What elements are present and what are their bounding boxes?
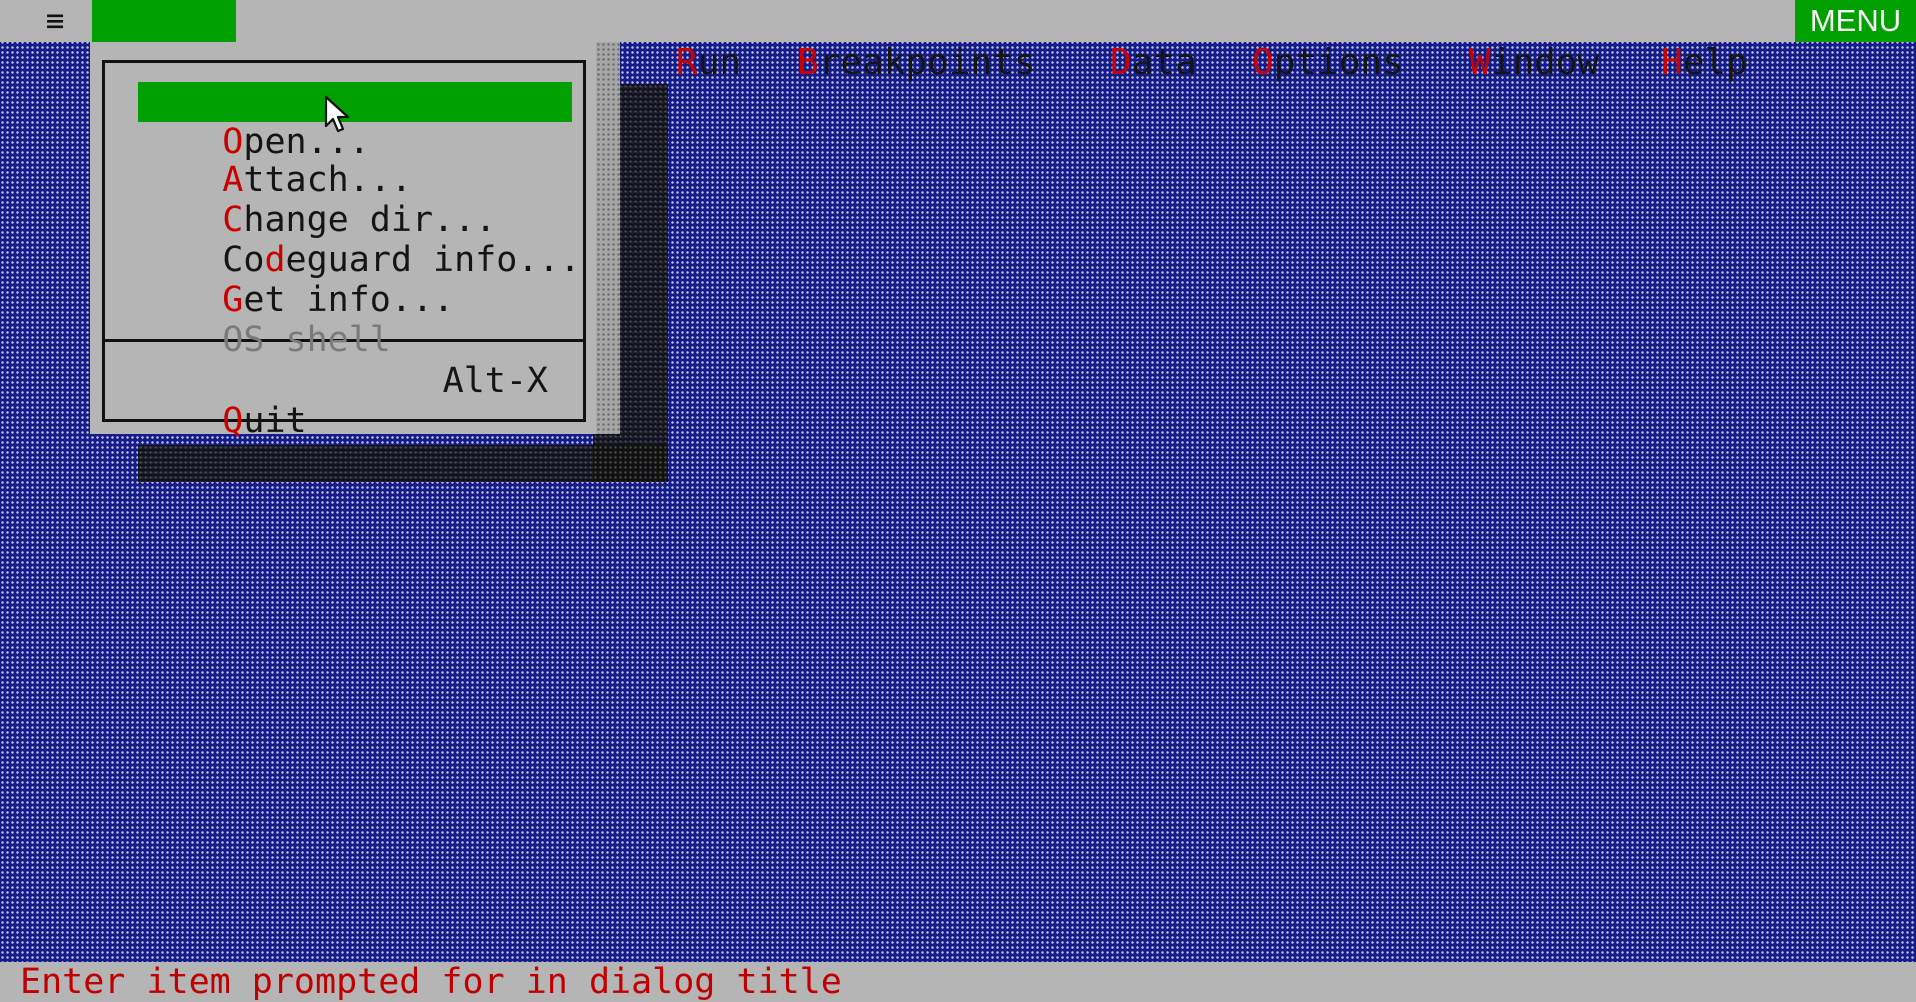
os-shell-label: OS shell bbox=[222, 320, 391, 360]
file-menu-item-get-info[interactable]: Get info... bbox=[138, 240, 572, 320]
system-menu-icon[interactable]: ≡ bbox=[38, 1, 72, 41]
menu-window-hotkey: W bbox=[1469, 42, 1491, 83]
menu-file[interactable]: File bbox=[92, 0, 309, 83]
status-message: Enter item prompted for in dialog title bbox=[20, 962, 842, 1002]
menu-help-hotkey: H bbox=[1661, 42, 1683, 83]
file-menu-item-open[interactable]: Open... bbox=[138, 82, 572, 162]
file-menu-item-os-shell: OS shell bbox=[138, 280, 572, 360]
file-menu-item-attach[interactable]: Attach... bbox=[138, 120, 572, 200]
turbo-debugger-screen: ≡ File Edit View Run Breakpoints Data Op… bbox=[0, 0, 1916, 1002]
status-bar: Enter item prompted for in dialog title bbox=[0, 962, 1916, 1002]
mode-indicator: MENU bbox=[1795, 0, 1916, 42]
quit-shortcut: Alt-X bbox=[442, 361, 548, 401]
quit-hotkey: Q bbox=[222, 401, 244, 441]
file-menu-item-codeguard-info[interactable]: Codeguard info... bbox=[138, 200, 580, 280]
quit-label: uit bbox=[243, 401, 307, 441]
menu-help-label: elp bbox=[1682, 42, 1748, 83]
menu-options-hotkey: O bbox=[1252, 42, 1274, 83]
main-menu-bar: ≡ File Edit View Run Breakpoints Data Op… bbox=[0, 0, 1916, 83]
file-menu-shadow-edge bbox=[596, 42, 620, 434]
mouse-pointer-icon bbox=[324, 95, 350, 133]
menu-help[interactable]: Help bbox=[1531, 0, 1748, 83]
file-menu-item-quit[interactable]: Quit Alt-X bbox=[138, 361, 572, 441]
file-menu-item-change-dir[interactable]: Change dir... bbox=[138, 160, 572, 240]
menu-breakpoints-hotkey: B bbox=[797, 42, 819, 83]
